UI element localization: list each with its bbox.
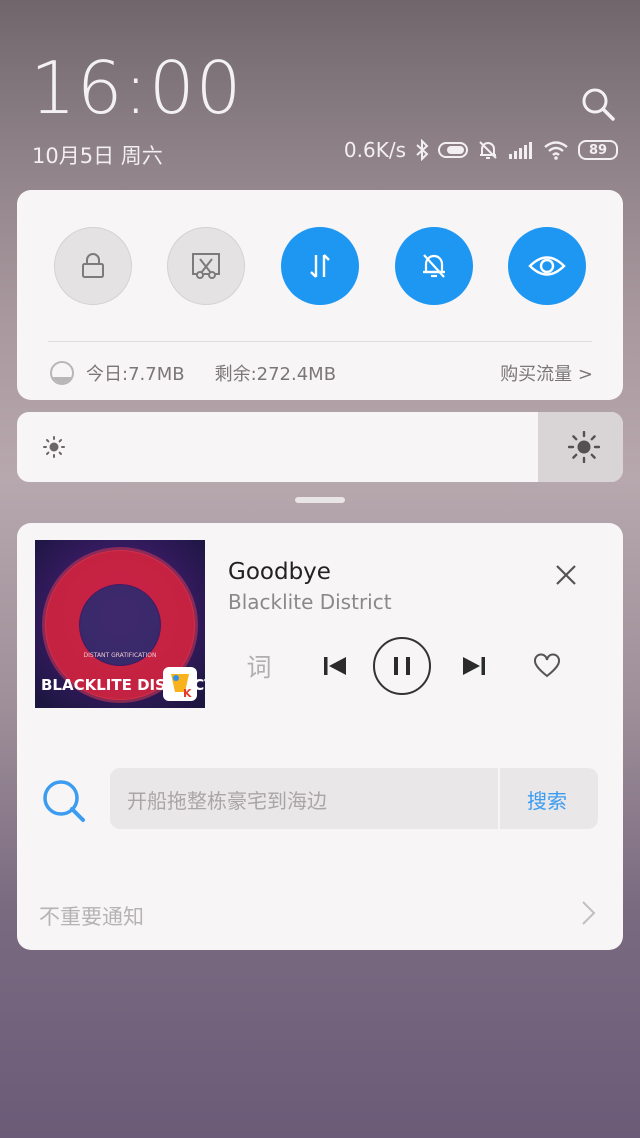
- clock-time: 16:00: [30, 46, 243, 130]
- data-arrows-icon: [310, 254, 330, 278]
- album-art[interactable]: DISTANT GRATIFICATION BLACKLITE DISTRICT…: [35, 540, 205, 708]
- brightness-slider[interactable]: [17, 412, 623, 482]
- next-button[interactable]: [454, 636, 494, 696]
- pause-button[interactable]: [372, 636, 432, 696]
- battery-indicator: 89: [578, 140, 618, 160]
- status-icons: 0.6K/s 89: [344, 138, 618, 162]
- album-art-image: DISTANT GRATIFICATION BLACKLITE DISTRICT…: [35, 540, 205, 708]
- like-button[interactable]: [527, 636, 567, 696]
- lock-icon: [82, 253, 104, 278]
- previous-icon: [324, 657, 346, 675]
- screenshot-toggle[interactable]: [167, 227, 245, 305]
- search-icon[interactable]: [580, 86, 616, 122]
- search-button[interactable]: 搜索: [527, 785, 567, 814]
- pause-icon: [373, 637, 431, 695]
- lock-screen-toggle[interactable]: [54, 227, 132, 305]
- unimportant-notifications-link[interactable]: 不重要通知: [39, 901, 144, 931]
- quick-settings-panel: 今日:7.7MB 剩余:272.4MB 购买流量 >: [17, 190, 623, 400]
- screenshot-icon: [192, 253, 220, 279]
- mute-bell-icon: [479, 141, 497, 159]
- signal-icon: [509, 142, 532, 159]
- song-artist: Blacklite District: [228, 590, 392, 614]
- eye-icon: [528, 256, 566, 276]
- network-speed: 0.6K/s: [343, 138, 406, 162]
- album-subtext: DISTANT GRATIFICATION: [84, 652, 157, 659]
- notification-card: DISTANT GRATIFICATION BLACKLITE DISTRICT…: [17, 523, 623, 950]
- mobile-data-toggle[interactable]: [281, 227, 359, 305]
- heart-icon: [534, 653, 560, 678]
- data-remaining: 剩余:272.4MB: [214, 364, 337, 385]
- drag-handle[interactable]: [295, 497, 345, 503]
- search-input[interactable]: 开船拖整栋豪宅到海边 搜索: [110, 768, 598, 829]
- toggle-pill-icon: [438, 142, 468, 158]
- data-usage-row: 今日:7.7MB 剩余:272.4MB 购买流量 >: [50, 358, 593, 388]
- bell-off-icon: [423, 254, 445, 278]
- data-usage-icon: [50, 361, 74, 385]
- search-icon[interactable]: [41, 778, 87, 824]
- svg-text:K: K: [183, 687, 192, 700]
- chevron-right-icon[interactable]: [580, 900, 596, 926]
- song-title: Goodbye: [228, 559, 331, 585]
- reading-mode-toggle[interactable]: [508, 227, 586, 305]
- close-icon[interactable]: [554, 563, 578, 587]
- previous-button[interactable]: [315, 636, 355, 696]
- next-icon: [463, 657, 485, 675]
- panel-divider: [48, 341, 592, 342]
- buy-data-link[interactable]: 购买流量 >: [500, 360, 593, 386]
- bluetooth-icon: [416, 139, 429, 161]
- search-separator: [498, 768, 500, 829]
- lyrics-button[interactable]: 词: [239, 636, 279, 696]
- search-placeholder: 开船拖整栋豪宅到海边: [127, 789, 327, 813]
- data-today: 今日:7.7MB: [86, 364, 185, 385]
- silent-toggle[interactable]: [395, 227, 473, 305]
- date-label: 10月5日 周六: [32, 144, 163, 168]
- brightness-high-icon: [568, 431, 600, 463]
- brightness-low-icon: [43, 436, 65, 458]
- wifi-icon: [544, 141, 568, 160]
